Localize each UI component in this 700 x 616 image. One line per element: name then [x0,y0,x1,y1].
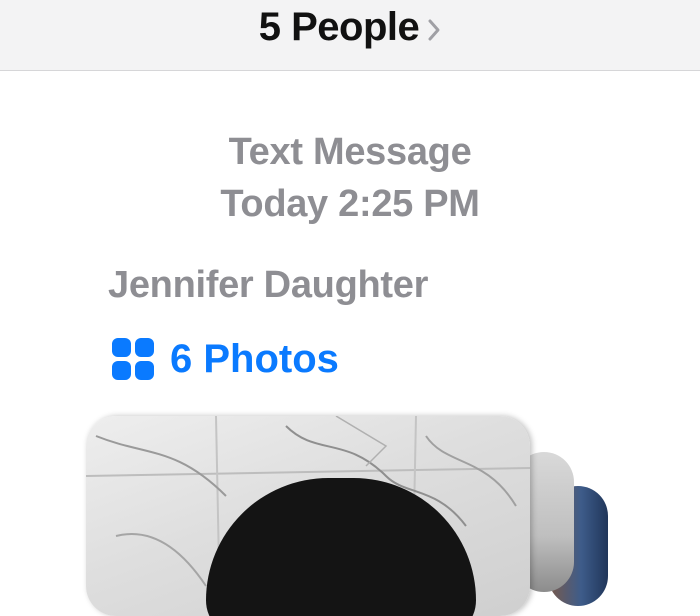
photo-stack[interactable] [0,0,700,616]
photo-thumbnail[interactable] [86,416,530,616]
